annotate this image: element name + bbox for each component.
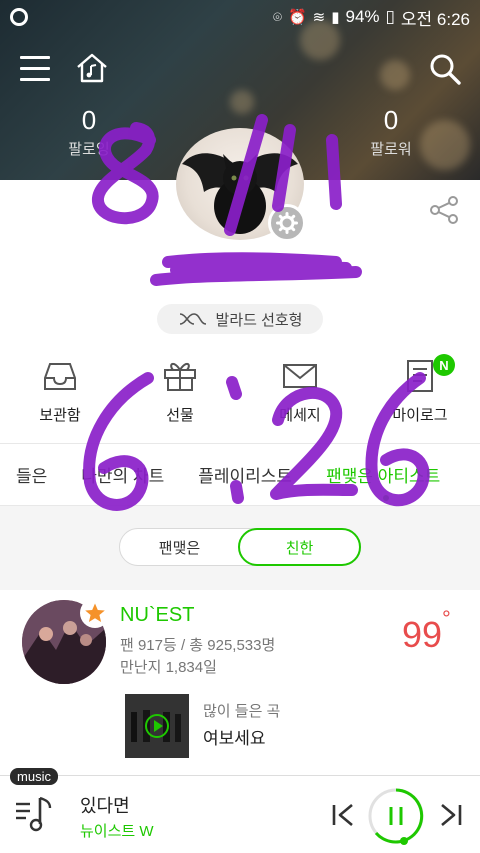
- message-button[interactable]: 메세지: [240, 356, 360, 436]
- music-home-icon[interactable]: [74, 50, 110, 86]
- followers-count[interactable]: 0 팔로워: [341, 106, 441, 159]
- search-icon[interactable]: [428, 52, 462, 86]
- profile-actions: 보관함 선물 메세지 N 마이로그: [0, 354, 480, 436]
- tab-fan-artists[interactable]: 팬맺은 아티스트: [309, 462, 457, 501]
- nickname-obscured: [150, 258, 360, 284]
- fan-temperature: 99°: [402, 606, 451, 656]
- battery-level: 94%: [345, 7, 380, 26]
- profile-settings-button[interactable]: [268, 204, 306, 242]
- signal-icon: ▮: [331, 9, 340, 26]
- top-navigation: [0, 44, 480, 94]
- storage-label: 보관함: [39, 407, 81, 424]
- filter-fan-option[interactable]: 팬맺은: [120, 529, 239, 565]
- fan-temperature-value: 99: [402, 614, 443, 655]
- artist-name[interactable]: NU`EST: [120, 604, 194, 627]
- tab-fan-artists-label: 팬맺은 아티스트: [326, 467, 441, 486]
- followers-label: 팔로워: [370, 141, 412, 158]
- profile-tabs: 들은 나만의 차트 플레이리스트 팬맺은 아티스트: [0, 443, 480, 506]
- most-played-song[interactable]: 여보세요: [203, 724, 266, 749]
- music-video-thumbnail: [125, 694, 189, 758]
- gift-label: 선물: [166, 407, 194, 424]
- pause-button[interactable]: [366, 786, 426, 846]
- next-track-icon[interactable]: [438, 802, 464, 828]
- new-badge: N: [433, 354, 455, 376]
- taste-wave-icon: [179, 313, 206, 325]
- filter-close-option[interactable]: 친한: [238, 528, 361, 566]
- inbox-tray-icon: [44, 363, 76, 390]
- battery-icon: ▯: [385, 7, 395, 26]
- now-playing-title[interactable]: 있다면: [80, 792, 130, 818]
- gift-icon: [164, 363, 196, 391]
- following-number: 0: [81, 105, 97, 135]
- favorite-badge: [80, 598, 110, 628]
- following-label: 팔로잉: [68, 141, 110, 158]
- star-icon: [85, 603, 105, 622]
- tab-listened[interactable]: 들은: [0, 462, 64, 487]
- previous-track-icon[interactable]: [330, 802, 356, 828]
- tab-my-chart[interactable]: 나만의 차트: [64, 462, 181, 487]
- music-tab-label[interactable]: music: [10, 768, 58, 785]
- status-bar: ⌾ ⏰ ≋ ▮ 94% ▯ 오전 6:26: [0, 0, 480, 34]
- app-notification-icon: [10, 8, 28, 26]
- clock: 오전 6:26: [400, 9, 470, 29]
- degree-symbol: °: [442, 606, 451, 631]
- active-tab-indicator: [383, 495, 390, 501]
- following-count[interactable]: 0 팔로잉: [39, 106, 139, 159]
- followers-number: 0: [383, 105, 399, 135]
- mylog-button[interactable]: N 마이로그: [360, 354, 480, 436]
- menu-button[interactable]: [20, 56, 50, 82]
- artist-card[interactable]: NU`EST 팬 917등 / 총 925,533명 만난지 1,834일 99…: [0, 590, 480, 774]
- mail-icon: [283, 364, 317, 388]
- wifi-icon: ≋: [312, 9, 326, 26]
- fan-filter-toggle: 팬맺은 친한: [119, 528, 361, 566]
- taste-tag[interactable]: 발라드 선호형: [157, 304, 323, 334]
- share-icon[interactable]: [428, 194, 460, 226]
- playlist-icon[interactable]: [12, 792, 56, 836]
- tab-playlist[interactable]: 플레이리스트: [181, 462, 309, 487]
- gift-button[interactable]: 선물: [120, 356, 240, 436]
- location-icon: ⌾: [272, 8, 282, 26]
- storage-button[interactable]: 보관함: [0, 356, 120, 436]
- fan-artist-section: 팬맺은 친한 NU`EST 팬 917등 / 총 925,533명 만난지 1,…: [0, 506, 480, 774]
- most-played-label: 많이 들은 곡: [203, 703, 281, 720]
- mini-player: music 있다면 뉴이스트 W: [0, 768, 480, 853]
- taste-tag-label: 발라드 선호형: [215, 311, 303, 329]
- fan-rank: 팬 917등 / 총 925,533명: [120, 637, 276, 654]
- gear-icon: [276, 212, 298, 234]
- days-together: 만난지 1,834일: [120, 659, 217, 676]
- mylog-label: 마이로그: [392, 407, 448, 424]
- song-thumbnail[interactable]: [125, 694, 189, 758]
- alarm-icon: ⏰: [287, 9, 307, 26]
- now-playing-artist[interactable]: 뉴이스트 W: [80, 820, 154, 841]
- message-label: 메세지: [279, 407, 321, 424]
